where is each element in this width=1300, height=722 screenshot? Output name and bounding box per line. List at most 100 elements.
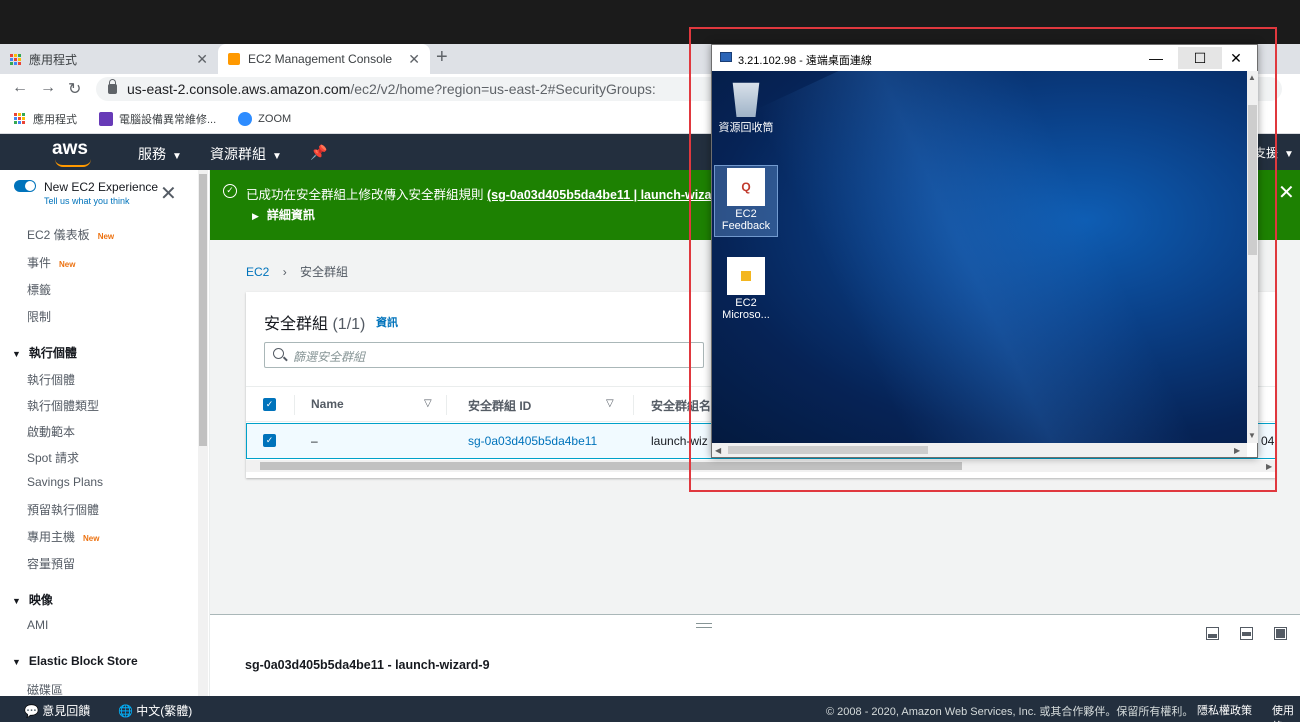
flash-link[interactable]: (sg-0a03d405b5da4be11 | launch-wiza <box>487 188 711 202</box>
aws-footer: 💬 意見回饋 🌐 中文(繁體) © 2008 - 2020, Amazon We… <box>0 696 1300 722</box>
minimize-button[interactable]: — <box>1134 47 1178 69</box>
close-button[interactable]: ✕ <box>1214 47 1258 69</box>
bookmark-apps[interactable]: 應用程式 <box>14 111 77 127</box>
sidebar-item-limits[interactable]: 限制 <box>27 308 51 325</box>
url-path: /ec2/v2/home?region=us-east-2#SecurityGr… <box>350 81 656 97</box>
sidebar-item-dashboard[interactable]: EC2 儀表板 New <box>27 226 114 243</box>
desktop-icon-ec2-feedback[interactable]: Q EC2 Feedback <box>714 165 778 237</box>
search-placeholder: 篩選安全群組 <box>293 350 366 364</box>
tab-apps[interactable]: 應用程式 ✕ <box>0 44 218 74</box>
column-name[interactable]: Name <box>311 397 344 411</box>
desktop-icon-label: EC2 <box>735 208 757 220</box>
services-label: 服務 <box>138 146 166 162</box>
bookmark-label: 電腦設備異常維修... <box>119 113 217 126</box>
dock-full-icon[interactable] <box>1274 627 1287 640</box>
terms-link[interactable]: 使用條 <box>1272 702 1300 722</box>
bookmark-repair[interactable]: 電腦設備異常維修... <box>99 111 216 127</box>
rdp-hscrollbar[interactable]: ◀ ▶ <box>712 443 1247 457</box>
flash-details-toggle[interactable]: ▶ 詳細資訊 <box>252 206 315 223</box>
sidebar-item-label: 專用主機 <box>27 530 76 544</box>
rdp-titlebar[interactable]: 3.21.102.98 - 遠端桌面連線 — ☐ ✕ <box>712 45 1257 71</box>
scrollbar-thumb[interactable] <box>199 174 207 446</box>
scrollbar-thumb[interactable] <box>728 446 928 454</box>
chevron-right-icon: › <box>282 265 287 279</box>
language-selector[interactable]: 🌐 中文(繁體) <box>118 702 192 719</box>
new-experience-toggle[interactable] <box>14 180 36 192</box>
flash-details-label: 詳細資訊 <box>266 208 315 222</box>
arrow-down-icon[interactable]: ▼ <box>1248 431 1256 440</box>
section-images[interactable]: ▼ 映像 <box>12 591 53 608</box>
row-checkbox[interactable]: ✓ <box>263 434 276 447</box>
sidebar-item-instances[interactable]: 執行個體 <box>27 371 75 388</box>
arrow-left-icon[interactable]: ◀ <box>715 446 721 455</box>
details-pane: sg-0a03d405b5da4be11 - launch-wizard-9 <box>210 614 1300 696</box>
sidebar-item-savings-plans[interactable]: Savings Plans <box>27 475 103 489</box>
new-tab-icon[interactable]: + <box>436 46 448 69</box>
sidebar-item-dedicated-hosts[interactable]: 專用主機 New <box>27 528 99 545</box>
apps-grid-icon <box>14 113 25 124</box>
desktop-icon-recycle-bin[interactable]: 資源回收筒 <box>714 79 778 135</box>
column-divider <box>294 395 295 415</box>
dock-middle-icon[interactable] <box>1240 627 1253 640</box>
feedback-link[interactable]: Tell us what you think <box>44 196 130 206</box>
sort-icon[interactable]: ▽ <box>606 398 614 409</box>
resource-groups-menu[interactable]: 資源群組 ▼ <box>210 144 282 164</box>
tab-close-icon[interactable]: ✕ <box>408 51 420 68</box>
sidebar-item-reserved[interactable]: 預留執行個體 <box>27 501 99 518</box>
caret-right-icon: ▶ <box>252 211 259 221</box>
arrow-right-icon[interactable]: ▶ <box>1234 446 1240 455</box>
close-icon[interactable]: ✕ <box>1278 180 1295 205</box>
dock-bottom-icon[interactable] <box>1206 627 1219 640</box>
remote-desktop-window[interactable]: 3.21.102.98 - 遠端桌面連線 — ☐ ✕ 資源回收筒 Q EC2 F… <box>711 44 1258 458</box>
sidebar: New EC2 Experience Tell us what you thin… <box>0 170 210 696</box>
breadcrumb-current: 安全群組 <box>300 265 349 279</box>
ec2-microsoft-icon <box>727 257 765 295</box>
select-all-checkbox[interactable]: ✓ <box>263 398 276 411</box>
sidebar-item-ami[interactable]: AMI <box>27 618 48 632</box>
resize-handle-icon[interactable] <box>696 623 712 628</box>
desktop-icon-label: Microso... <box>722 309 770 321</box>
sidebar-scrollbar[interactable] <box>198 170 208 696</box>
pin-icon[interactable]: 📌 <box>310 144 327 161</box>
sidebar-item-events[interactable]: 事件 New <box>27 254 75 271</box>
forward-icon[interactable]: → <box>40 79 56 97</box>
column-group-id[interactable]: 安全群組 ID <box>468 397 531 414</box>
cell-group-id[interactable]: sg-0a03d405b5da4be11 <box>468 434 597 448</box>
back-icon[interactable]: ← <box>12 79 28 97</box>
rdp-vscrollbar[interactable]: ▲ ▼ <box>1247 71 1258 443</box>
details-title: sg-0a03d405b5da4be11 - launch-wizard-9 <box>245 658 490 672</box>
sidebar-item-volumes[interactable]: 磁碟區 <box>27 681 63 696</box>
scrollbar-thumb[interactable] <box>1248 105 1257 255</box>
caret-down-icon: ▼ <box>1284 149 1294 160</box>
desktop-icon-ec2-microsoft[interactable]: EC2 Microso... <box>714 257 778 321</box>
resource-groups-label: 資源群組 <box>210 146 266 162</box>
sidebar-item-instance-types[interactable]: 執行個體類型 <box>27 397 99 414</box>
sidebar-item-label: 事件 <box>27 256 52 270</box>
caret-down-icon: ▼ <box>172 151 182 162</box>
sort-icon[interactable]: ▽ <box>424 398 432 409</box>
tab-close-icon[interactable]: ✕ <box>196 51 208 68</box>
feedback-button[interactable]: 💬 意見回饋 <box>24 702 90 719</box>
info-link[interactable]: 資訊 <box>376 314 398 330</box>
aws-logo[interactable]: aws <box>52 138 88 160</box>
remote-desktop-screen[interactable]: 資源回收筒 Q EC2 Feedback EC2 Microso... <box>712 71 1247 443</box>
breadcrumb-ec2[interactable]: EC2 <box>246 265 269 279</box>
close-icon[interactable]: ✕ <box>160 184 177 204</box>
tab-ec2-console[interactable]: EC2 Management Console ✕ <box>218 44 430 74</box>
reload-icon[interactable]: ↻ <box>68 79 81 99</box>
sidebar-item-capacity[interactable]: 容量預留 <box>27 555 75 572</box>
privacy-link[interactable]: 隱私權政策 <box>1197 702 1252 718</box>
section-instances[interactable]: ▼ 執行個體 <box>12 344 77 361</box>
caret-down-icon: ▼ <box>12 657 21 667</box>
sidebar-item-launch-templates[interactable]: 啟動範本 <box>27 423 75 440</box>
lock-icon <box>108 79 117 94</box>
breadcrumb: EC2 › 安全群組 <box>246 263 348 280</box>
services-menu[interactable]: 服務 ▼ <box>138 144 182 164</box>
arrow-up-icon[interactable]: ▲ <box>1248 73 1256 82</box>
sidebar-item-tags[interactable]: 標籤 <box>27 281 51 298</box>
sidebar-item-spot[interactable]: Spot 請求 <box>27 449 79 466</box>
search-input[interactable]: 篩選安全群組 <box>264 342 704 368</box>
section-ebs[interactable]: ▼ Elastic Block Store <box>12 654 138 668</box>
bookmark-zoom[interactable]: ZOOM <box>238 111 292 126</box>
bookmark-label: ZOOM <box>258 112 292 125</box>
